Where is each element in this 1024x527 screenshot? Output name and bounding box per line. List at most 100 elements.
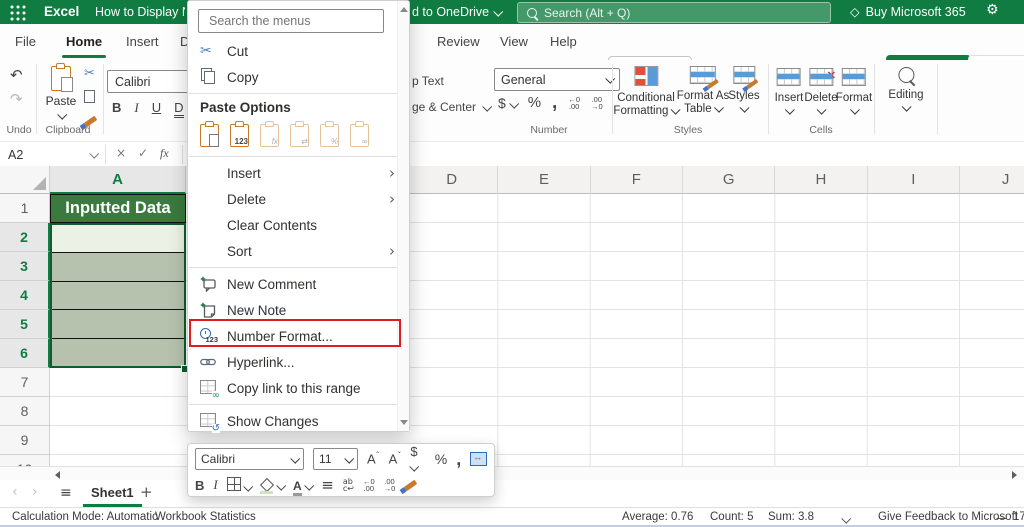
row-header-3[interactable]: 3 — [0, 252, 50, 281]
calc-mode-status[interactable]: Calculation Mode: Automatic — [12, 511, 158, 523]
menu-view[interactable]: View — [500, 34, 528, 49]
status-count[interactable]: Count: 5 — [710, 511, 753, 523]
currency-format-button[interactable]: $ — [498, 95, 519, 111]
menu-scrollbar[interactable] — [397, 1, 409, 431]
column-header-j[interactable]: J — [959, 166, 1024, 194]
mini-font-name-dropdown[interactable]: Calibri — [195, 448, 305, 470]
cell-a3[interactable] — [52, 252, 184, 281]
scroll-up-icon[interactable] — [400, 7, 408, 12]
column-header-e[interactable]: E — [498, 166, 591, 194]
prev-sheet-icon[interactable]: ‹ — [12, 484, 18, 500]
scroll-left-icon[interactable] — [55, 471, 60, 479]
editing-group-button[interactable]: Editing — [888, 67, 924, 115]
name-box[interactable]: A2 — [0, 142, 105, 167]
new-sheet-icon[interactable]: + — [140, 483, 153, 501]
menu-item-clear-contents[interactable]: Clear Contents — [188, 212, 409, 238]
status-average[interactable]: Average: 0.76 — [622, 511, 693, 523]
sheet-tab-sheet1[interactable]: Sheet1 — [83, 480, 142, 507]
mini-fill-color-button[interactable] — [260, 478, 287, 494]
double-underline-button[interactable]: D — [174, 100, 184, 118]
mini-comma-button[interactable]: , — [456, 449, 461, 470]
paste-button[interactable]: Paste — [40, 63, 82, 122]
menu-item-new-note[interactable]: New Note — [188, 297, 409, 323]
mini-align-button[interactable]: ≡ — [321, 476, 334, 494]
buy-microsoft-365-button[interactable]: ◇ Buy Microsoft 365 — [850, 4, 966, 19]
zoom-level[interactable]: 175% — [1013, 511, 1024, 523]
row-header-2[interactable]: 2 — [0, 223, 50, 252]
saved-to-onedrive[interactable]: d to OneDrive — [412, 5, 504, 19]
active-cell-a2[interactable] — [52, 225, 184, 253]
row-header-5[interactable]: 5 — [0, 310, 50, 339]
row-header-6[interactable]: 6 — [0, 339, 50, 368]
conditional-formatting-button[interactable]: Conditional Formatting — [613, 66, 681, 118]
mini-bold-button[interactable]: B — [195, 478, 204, 493]
all-sheets-icon[interactable]: ≡ — [60, 485, 72, 501]
row-header-1[interactable]: 1 — [0, 194, 50, 223]
format-cells-button[interactable]: Format — [836, 68, 872, 118]
horizontal-scrollbar[interactable] — [0, 466, 1024, 480]
column-header-i[interactable]: I — [867, 166, 960, 194]
status-aggregates-dropdown[interactable] — [841, 513, 852, 526]
menu-item-show-changes[interactable]: ↺ Show Changes — [188, 408, 409, 434]
column-header-h[interactable]: H — [775, 166, 868, 194]
cell-a4[interactable] — [52, 280, 184, 310]
redo-button[interactable]: ↷ — [10, 90, 23, 108]
zoom-out-icon[interactable]: — — [996, 511, 1008, 525]
mini-currency-button[interactable]: $ — [409, 444, 425, 474]
insert-cells-button[interactable]: ← Insert — [775, 68, 803, 118]
percent-format-button[interactable]: % — [528, 94, 541, 111]
menu-insert[interactable]: Insert — [126, 34, 159, 49]
menu-item-hyperlink[interactable]: Hyperlink... — [188, 349, 409, 375]
global-search-box[interactable]: Search (Alt + Q) — [517, 2, 831, 23]
mini-font-color-button[interactable]: A — [292, 478, 315, 496]
menu-search-input[interactable] — [207, 13, 383, 29]
paste-formulas-icon[interactable]: fx — [260, 121, 279, 147]
menu-home[interactable]: Home — [61, 34, 107, 58]
settings-gear-icon[interactable]: ⚙ — [986, 2, 999, 18]
merge-center-button[interactable]: ge & Center — [412, 100, 493, 114]
selected-range-a2-a6[interactable] — [50, 223, 186, 368]
format-as-table-button[interactable]: Format As Table — [677, 66, 729, 116]
mini-italic-button[interactable]: I — [213, 477, 217, 493]
empty-cells-area[interactable] — [406, 194, 1024, 466]
column-header-f[interactable]: F — [590, 166, 683, 194]
cut-button[interactable]: ✂ — [84, 66, 95, 81]
next-sheet-icon[interactable]: › — [32, 484, 38, 500]
comma-format-button[interactable]: , — [552, 93, 557, 112]
menu-item-insert[interactable]: Insert › — [188, 160, 409, 186]
row-header-7[interactable]: 7 — [0, 368, 50, 397]
undo-button[interactable]: ↶ — [10, 66, 23, 84]
app-launcher-icon[interactable] — [9, 4, 26, 21]
merge-cells-icon[interactable] — [470, 452, 487, 466]
insert-function-button[interactable]: fx — [160, 146, 169, 161]
menu-item-cut[interactable]: ✂ Cut — [188, 38, 409, 64]
increase-decimal-button[interactable]: ←0.00 — [568, 95, 580, 110]
mini-font-size-dropdown[interactable]: 11 — [313, 448, 358, 470]
scroll-down-icon[interactable] — [400, 420, 408, 425]
wrap-text-button[interactable]: p Text — [412, 74, 444, 88]
mini-wrap-text-button[interactable]: ab c↩ — [343, 477, 354, 493]
mini-increase-decimal-button[interactable]: ←0.00 — [363, 478, 375, 493]
row-header-4[interactable]: 4 — [0, 281, 50, 310]
cell-a1[interactable]: Inputted Data — [50, 194, 186, 223]
document-title[interactable]: How to Display Nu — [95, 5, 185, 19]
paste-link-icon[interactable]: ∞ — [350, 121, 369, 147]
menu-help[interactable]: Help — [550, 34, 577, 49]
paste-values-icon[interactable]: 123 — [230, 121, 249, 147]
shrink-font-button[interactable]: Aˇ — [389, 451, 402, 466]
row-header-10[interactable]: 10 — [0, 455, 50, 466]
menu-file[interactable]: File — [15, 34, 36, 49]
mini-format-painter-icon[interactable] — [404, 479, 418, 491]
paste-formatting-icon[interactable]: % — [320, 121, 339, 147]
column-header-g[interactable]: G — [682, 166, 776, 194]
copy-button[interactable] — [81, 87, 95, 106]
workbook-statistics[interactable]: Workbook Statistics — [155, 511, 256, 523]
mini-decrease-decimal-button[interactable]: .00 →0 — [384, 478, 396, 493]
italic-button[interactable]: I — [134, 100, 138, 118]
cancel-entry-button[interactable]: × — [116, 146, 126, 160]
number-format-dropdown[interactable]: General — [494, 68, 620, 91]
mini-borders-button[interactable] — [226, 476, 254, 494]
styles-button[interactable]: Styles — [728, 66, 760, 116]
paste-icon[interactable] — [200, 121, 219, 147]
row-header-9[interactable]: 9 — [0, 426, 50, 455]
